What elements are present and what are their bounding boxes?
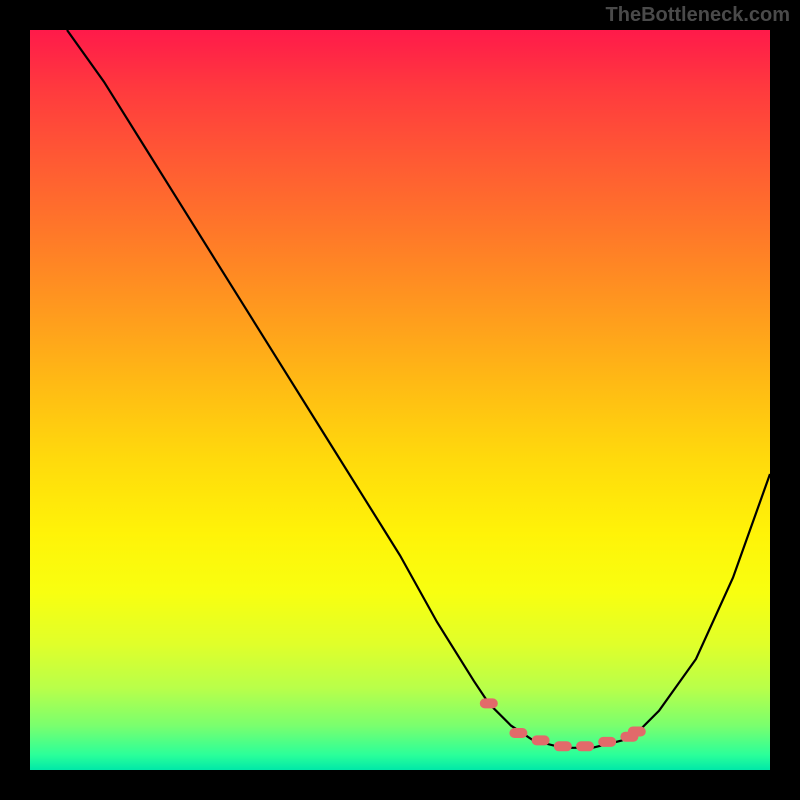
chart-svg xyxy=(30,30,770,770)
highlight-marker xyxy=(554,741,572,751)
highlight-marker xyxy=(576,741,594,751)
chart-container: TheBottleneck.com xyxy=(0,0,800,800)
highlight-marker xyxy=(509,728,527,738)
highlight-marker xyxy=(480,698,498,708)
watermark-text: TheBottleneck.com xyxy=(606,4,790,27)
curve-path xyxy=(67,30,770,748)
highlight-marker xyxy=(532,735,550,745)
highlight-markers xyxy=(480,698,646,751)
highlight-marker xyxy=(628,727,646,737)
highlight-marker xyxy=(598,737,616,747)
plot-area xyxy=(30,30,770,770)
